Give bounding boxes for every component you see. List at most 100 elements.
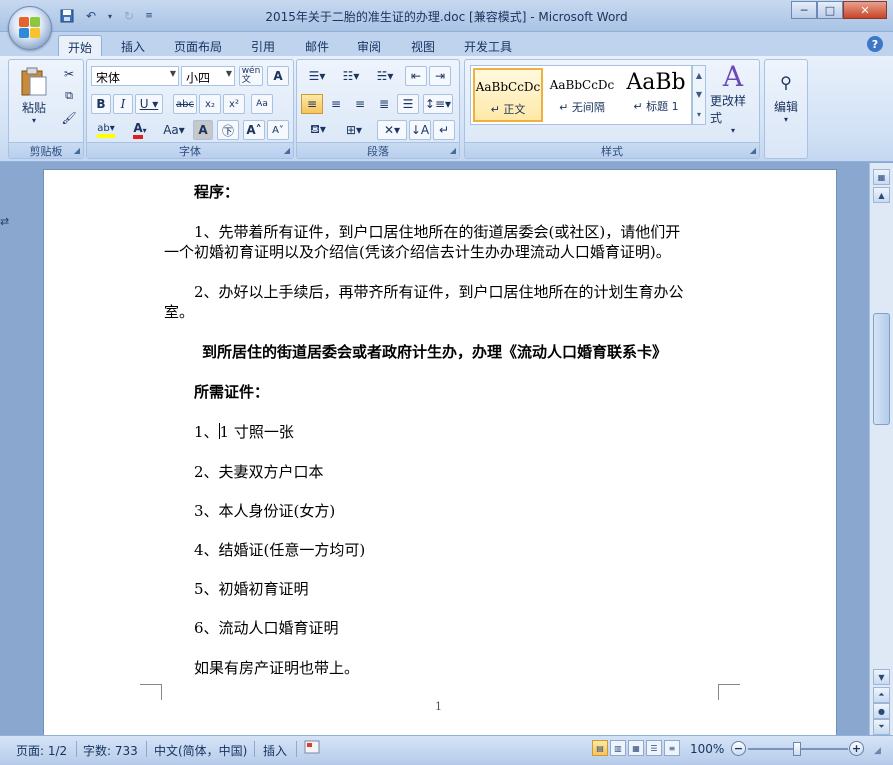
underline-button[interactable]: U ▾ [135, 94, 163, 114]
clipboard-launcher-icon[interactable]: ◢ [74, 146, 80, 155]
tab-mailings[interactable]: 邮件 [296, 35, 338, 56]
language[interactable]: 中文(简体，中国) [154, 742, 247, 759]
styles-launcher-icon[interactable]: ◢ [750, 146, 756, 155]
bullets-button[interactable]: ☰▾ [301, 66, 333, 86]
resize-grip-icon[interactable]: ◢ [874, 746, 881, 756]
line-spacing-button[interactable]: ↕≡▾ [423, 94, 453, 114]
insert-mode[interactable]: 插入 [263, 742, 287, 759]
change-case-button[interactable]: Aa▾ [159, 120, 189, 140]
decrease-indent-button[interactable]: ⇤ [405, 66, 427, 86]
numbering-button[interactable]: ☷▾ [335, 66, 367, 86]
justify-icon: ≣ [378, 97, 390, 111]
change-styles-button[interactable]: A 更改样式 ▾ [709, 61, 757, 135]
tab-view[interactable]: 视图 [402, 35, 444, 56]
highlight-button[interactable]: ab▾ [91, 120, 121, 140]
format-painter-button[interactable]: 🖌 [59, 108, 79, 128]
macro-record-icon[interactable] [304, 740, 320, 757]
next-page-icon[interactable]: ⏷ [873, 719, 890, 735]
justify-button[interactable]: ≣ [373, 94, 395, 114]
ruler-view-icon[interactable]: ▦ [873, 169, 890, 185]
gallery-more-icon[interactable]: ▾ [697, 110, 701, 119]
tab-developer[interactable]: 开发工具 [458, 35, 518, 56]
close-button[interactable]: ✕ [843, 1, 887, 19]
full-screen-reading-icon[interactable]: ▥ [610, 740, 626, 756]
font-launcher-icon[interactable]: ◢ [284, 146, 290, 155]
tab-page-layout[interactable]: 页面布局 [168, 35, 228, 56]
bold-button[interactable]: B [91, 94, 111, 114]
chevron-down-icon: ▾ [783, 114, 788, 124]
tab-home[interactable]: 开始 [58, 35, 102, 56]
minimize-button[interactable]: ─ [791, 1, 817, 19]
scrollbar-thumb[interactable] [873, 313, 890, 425]
list-item-text: 1 寸照一张 [219, 423, 294, 441]
paste-button[interactable]: 粘贴 ▾ [13, 62, 55, 130]
paragraph: 1、先带着所有证件，到户口居住地所在的街道居委会(或社区)，请他们开 [194, 223, 681, 241]
zoom-in-icon[interactable]: + [849, 741, 864, 756]
word-count[interactable]: 字数: 733 [83, 742, 138, 759]
scroll-up-icon[interactable]: ▲ [873, 187, 890, 203]
show-marks-button[interactable]: ↵ [433, 120, 455, 140]
previous-page-icon[interactable]: ⏶ [873, 687, 890, 703]
web-layout-icon[interactable]: ▦ [628, 740, 644, 756]
increase-indent-button[interactable]: ⇥ [429, 66, 451, 86]
page-count[interactable]: 页面: 1/2 [16, 742, 67, 759]
distributed-button[interactable]: ☰ [397, 94, 419, 114]
office-button[interactable] [8, 6, 52, 50]
borders-button[interactable]: ⊞▾ [337, 120, 371, 140]
editing-group: ⚲ 编辑 ▾ [764, 59, 808, 159]
scroll-down-icon[interactable]: ▼ [873, 669, 890, 685]
chevron-down-icon[interactable]: ▼ [696, 90, 702, 99]
font-color-button[interactable]: A ▾ [125, 120, 155, 140]
align-right-button[interactable]: ≡ [349, 94, 371, 114]
tab-references[interactable]: 引用 [242, 35, 284, 56]
clear-formatting-icon: Aa [256, 99, 268, 109]
outline-view-icon[interactable]: ☰ [646, 740, 662, 756]
zoom-level[interactable]: 100% [690, 742, 724, 756]
paste-dropdown-icon: ▾ [31, 116, 36, 125]
maximize-button[interactable]: □ [817, 1, 843, 19]
draft-view-icon[interactable]: ≡ [664, 740, 680, 756]
vertical-scrollbar[interactable]: ▦ ▲ ▼ ⏶ ● ⏷ [869, 163, 893, 735]
font-size-combo[interactable]: 小四 ▼ [181, 66, 235, 86]
sort-button[interactable]: ↓A [409, 120, 431, 140]
italic-button[interactable]: I [113, 94, 133, 114]
superscript-button[interactable]: x² [223, 94, 245, 114]
ribbon-tabs: 开始 插入 页面布局 引用 邮件 审阅 视图 开发工具 ? [0, 32, 893, 56]
shrink-font-button[interactable]: A˅ [267, 120, 289, 140]
font-group-label: 字体 [87, 142, 293, 158]
print-layout-view-icon[interactable]: ▤ [592, 740, 608, 756]
help-icon[interactable]: ? [867, 36, 883, 52]
enclose-characters-button[interactable]: ㊦ [217, 120, 239, 140]
zoom-out-icon[interactable]: − [731, 741, 746, 756]
shrink-font-icon: A˅ [272, 124, 284, 136]
phonetic-guide-button[interactable]: wén 文 [239, 66, 263, 86]
style-heading-1[interactable]: AaBb ↵ 标题 1 [621, 68, 691, 122]
browse-object-icon[interactable]: ● [873, 703, 890, 719]
clear-formatting-button[interactable]: Aa [251, 94, 273, 114]
align-left-button[interactable]: ≡ [301, 94, 323, 114]
editing-button[interactable]: ⚲ 编辑 ▾ [767, 64, 805, 132]
tab-insert[interactable]: 插入 [112, 35, 154, 56]
grow-font-button[interactable]: A˄ [243, 120, 265, 140]
chevron-up-icon[interactable]: ▲ [696, 71, 702, 80]
chinese-layout-button[interactable]: ✕▾ [377, 120, 407, 140]
font-size-value: 小四 [186, 71, 211, 85]
copy-button[interactable]: ⧉ [59, 86, 79, 106]
document-page[interactable]: 程序： 1、先带着所有证件，到户口居住地所在的街道居委会(或社区)，请他们开 一… [43, 169, 837, 735]
shading-button[interactable]: ⛾▾ [301, 120, 335, 140]
subscript-button[interactable]: x₂ [199, 94, 221, 114]
cut-button[interactable]: ✂ [59, 64, 79, 84]
character-shading-button[interactable]: A [193, 120, 213, 140]
zoom-slider-thumb[interactable] [793, 742, 801, 756]
multilevel-list-button[interactable]: ☵▾ [369, 66, 401, 86]
font-name-combo[interactable]: 宋体 ▼ [91, 66, 179, 86]
style-no-spacing[interactable]: AaBbCcDc ↵ 无间隔 [547, 68, 617, 122]
strikethrough-button[interactable]: abc [173, 94, 197, 114]
style-gallery-scroll[interactable]: ▲ ▼ ▾ [692, 65, 706, 125]
tab-review[interactable]: 审阅 [348, 35, 390, 56]
align-center-button[interactable]: ≡ [325, 94, 347, 114]
character-border-button[interactable]: A [267, 66, 289, 86]
ruler-toggle-icon[interactable]: ⇄ [0, 215, 9, 228]
style-normal[interactable]: AaBbCcDc ↵ 正文 [473, 68, 543, 122]
paragraph-launcher-icon[interactable]: ◢ [450, 146, 456, 155]
